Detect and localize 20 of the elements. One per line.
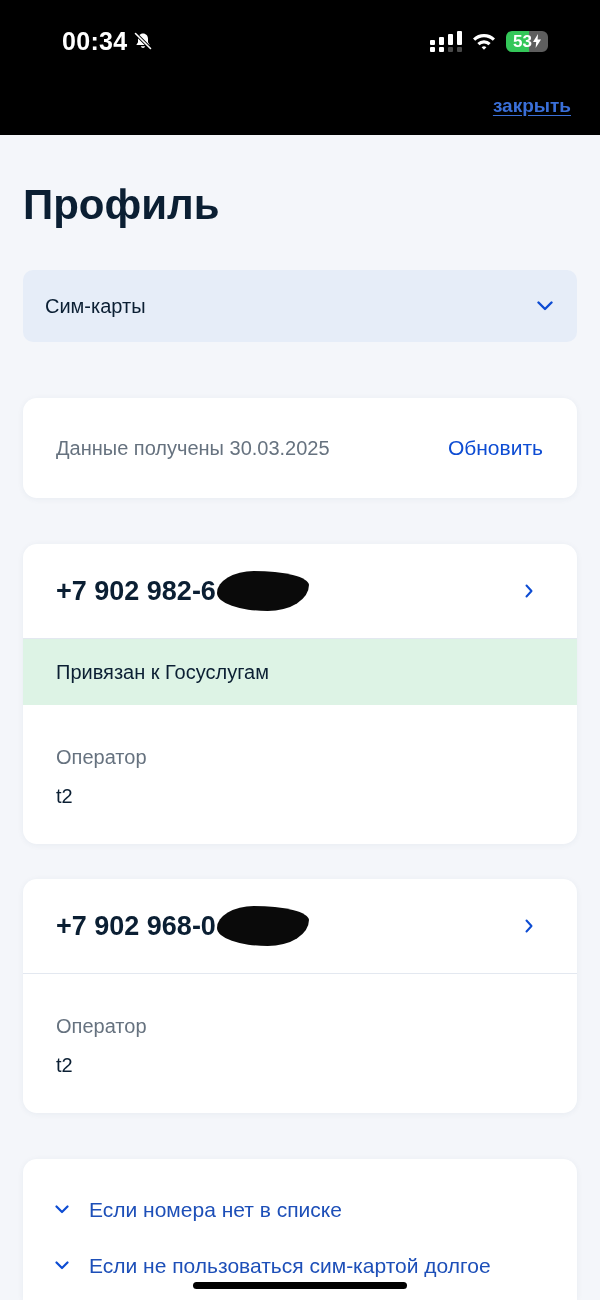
battery-percent: 53 xyxy=(513,32,532,50)
refresh-button[interactable]: Обновить xyxy=(447,436,543,460)
section-dropdown[interactable]: Сим-карты xyxy=(23,270,577,342)
chevron-right-icon xyxy=(525,919,533,933)
faq-item[interactable]: Если не пользоваться сим-картой долгое xyxy=(55,1252,545,1280)
signal-icon xyxy=(430,30,462,52)
close-link[interactable]: закрыть xyxy=(492,94,571,118)
status-time: 00:34 xyxy=(62,26,128,56)
operator-name: t2 xyxy=(56,1053,74,1078)
wifi-icon xyxy=(472,32,496,50)
page-title: Профиль xyxy=(23,180,221,230)
faq-item[interactable]: Если номера нет в списке xyxy=(55,1196,545,1224)
data-received-text: Данные получены 30.03.2025 xyxy=(56,436,330,460)
operator-name: t2 xyxy=(56,784,74,809)
phone-number-row[interactable]: +7 902 968-0 xyxy=(23,879,577,974)
operator-label: Оператор xyxy=(56,1014,148,1039)
linked-status-banner: Привязан к Госуслугам xyxy=(23,639,577,705)
chevron-down-icon xyxy=(537,301,553,311)
operator-label: Оператор xyxy=(56,745,148,770)
chevron-right-icon xyxy=(525,584,533,598)
